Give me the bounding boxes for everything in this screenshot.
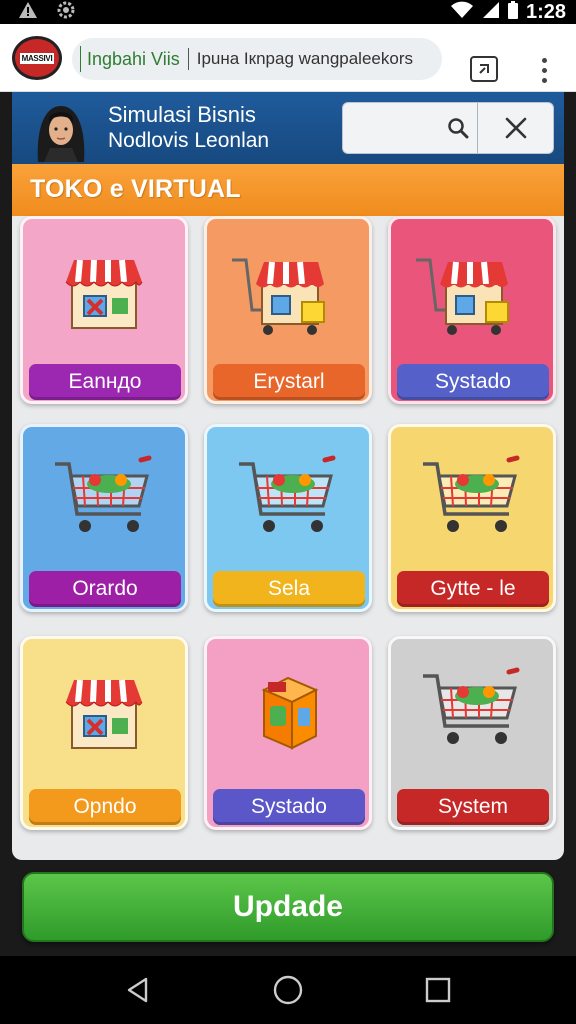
app-frame: Simulasi Bisnis Nodlovis Leonlan TOKO e … [12, 92, 564, 860]
tile-8[interactable]: Systado [204, 636, 372, 830]
url-divider [187, 48, 189, 70]
store-icon [23, 645, 185, 775]
app-title: Simulasi Bisnis Nodlovis Leonlan [108, 102, 269, 154]
site-logo-text: MASSIVI [19, 52, 55, 64]
tile-label: Opndo [29, 789, 181, 825]
tile-label: Eanндo [29, 364, 181, 400]
shopping-cart-icon [391, 433, 553, 563]
battery-icon [507, 0, 518, 24]
shopping-cart-icon [23, 433, 185, 563]
app-title-line2: Nodlovis Leonlan [108, 129, 270, 152]
tile-label: Gytte - le [397, 571, 549, 607]
tile-label: Orardo [29, 571, 181, 607]
address-bar[interactable]: Ingbahi Viis Ipuнa Iкnpag wangpaleekors [72, 38, 442, 80]
avatar [30, 100, 92, 162]
tile-7[interactable]: Opndo [20, 636, 188, 830]
recents-icon[interactable] [414, 968, 462, 1012]
app-title-line1: Simulasi Bisnis [108, 102, 256, 127]
settings-icon [56, 0, 76, 25]
tile-label: Sela [213, 571, 365, 607]
tile-5[interactable]: Sela [204, 424, 372, 612]
tab-switcher-icon[interactable] [470, 56, 498, 82]
clock: 1:28 [525, 0, 566, 23]
url-divider [80, 46, 81, 72]
store-icon [23, 225, 185, 355]
search-icon[interactable] [439, 103, 477, 153]
home-icon[interactable] [264, 968, 312, 1012]
url-path: Ipuнa Iкnpag wangpaleekors [196, 49, 413, 68]
close-icon[interactable] [478, 103, 554, 153]
status-bar: 1:28 [0, 0, 576, 24]
tile-label: Erystarl [213, 364, 365, 400]
store-cart-icon [391, 225, 553, 355]
tile-label: System [397, 789, 549, 825]
signal-icon [482, 1, 500, 24]
wifi-icon [450, 1, 474, 24]
tile-1[interactable]: Eanндo [20, 216, 188, 404]
site-logo[interactable]: MASSIVI [12, 36, 62, 80]
more-vert-icon[interactable] [532, 48, 556, 92]
tile-4[interactable]: Orardo [20, 424, 188, 612]
tile-6[interactable]: Gytte - le [388, 424, 556, 612]
app-header: Simulasi Bisnis Nodlovis Leonlan [12, 92, 564, 164]
update-button[interactable]: Updade [22, 872, 554, 942]
tile-label: Systado [213, 789, 365, 825]
system-nav-bar [0, 956, 576, 1024]
shopping-cart-icon [391, 645, 553, 775]
section-title: TOKO e VIRTUAL [30, 175, 241, 203]
store-cart-icon [207, 225, 369, 355]
tile-2[interactable]: Erystarl [204, 216, 372, 404]
browser-toolbar: MASSIVI Ingbahi Viis Ipuнa Iкnpag wangpa… [0, 24, 576, 92]
box-icon [207, 645, 369, 775]
shopping-cart-icon [207, 433, 369, 563]
tile-3[interactable]: Systado [388, 216, 556, 404]
search-box[interactable] [342, 102, 554, 154]
warning-icon [18, 1, 38, 24]
tile-9[interactable]: System [388, 636, 556, 830]
section-header: TOKO e VIRTUAL [12, 164, 564, 216]
url-domain: Ingbahi Viis [87, 48, 180, 69]
tile-label: Systado [397, 364, 549, 400]
back-icon[interactable] [114, 968, 162, 1012]
